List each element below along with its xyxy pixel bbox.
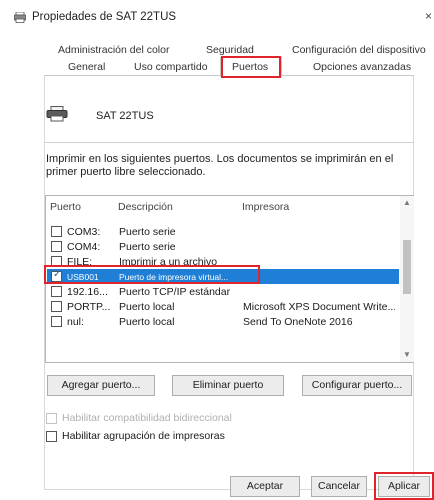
- title-bar: Propiedades de SAT 22TUS ×: [0, 0, 434, 34]
- tab-device-settings[interactable]: Configuración del dispositivo: [292, 44, 426, 56]
- printer-icon: [46, 106, 68, 122]
- window-title: Propiedades de SAT 22TUS: [32, 11, 177, 23]
- tab-security[interactable]: Seguridad: [206, 44, 254, 56]
- port-printer: Send To OneNote 2016: [243, 316, 353, 328]
- tab-color-management[interactable]: Administración del color: [58, 44, 169, 56]
- port-checkbox[interactable]: [51, 226, 62, 237]
- printer-icon: [14, 12, 26, 23]
- port-name: 192.16...: [67, 286, 108, 298]
- port-row[interactable]: PORTP... Puerto local Microsoft XPS Docu…: [47, 299, 399, 314]
- tab-advanced[interactable]: Opciones avanzadas: [313, 61, 411, 73]
- configure-port-button[interactable]: Configurar puerto...: [302, 375, 412, 396]
- column-header-description[interactable]: Descripción: [118, 201, 173, 213]
- accept-button[interactable]: Aceptar: [230, 476, 300, 497]
- add-port-button[interactable]: Agregar puerto...: [47, 375, 155, 396]
- port-description: Puerto local: [119, 316, 175, 328]
- separator: [44, 142, 414, 143]
- port-checkbox[interactable]: [51, 241, 62, 252]
- tab-general[interactable]: General: [68, 61, 105, 73]
- port-name: COM4:: [67, 241, 101, 253]
- selected-port-highlight: [44, 265, 260, 284]
- cancel-button[interactable]: Cancelar: [311, 476, 367, 497]
- port-row[interactable]: nul: Puerto local Send To OneNote 2016: [47, 314, 399, 329]
- port-row[interactable]: COM3: Puerto serie: [47, 224, 399, 239]
- ports-instruction: Imprimir en los siguientes puertos. Los …: [46, 153, 394, 178]
- port-description: Puerto local: [119, 301, 175, 313]
- port-checkbox[interactable]: [51, 286, 62, 297]
- port-printer: Microsoft XPS Document Write...: [243, 301, 395, 313]
- scroll-up-icon[interactable]: ▲: [400, 196, 414, 210]
- port-description: Puerto TCP/IP estándar: [119, 286, 231, 298]
- scroll-thumb[interactable]: [403, 240, 411, 294]
- bidirectional-checkbox[interactable]: [46, 413, 57, 424]
- port-checkbox[interactable]: [51, 301, 62, 312]
- port-name: PORTP...: [67, 301, 111, 313]
- port-checkbox[interactable]: [51, 316, 62, 327]
- port-row[interactable]: 192.16... Puerto TCP/IP estándar: [47, 284, 399, 299]
- apply-button-highlight: [374, 472, 434, 500]
- tab-ports-highlight: [221, 56, 281, 78]
- close-icon[interactable]: ×: [425, 9, 432, 23]
- port-name: COM3:: [67, 226, 101, 238]
- port-list-scrollbar[interactable]: ▲ ▼: [400, 196, 414, 362]
- port-description: Puerto serie: [119, 241, 176, 253]
- port-description: Puerto serie: [119, 226, 176, 238]
- printer-pooling-label: Habilitar agrupación de impresoras: [62, 430, 225, 442]
- printer-name: SAT 22TUS: [96, 110, 154, 122]
- column-header-port[interactable]: Puerto: [50, 201, 81, 213]
- column-header-printer[interactable]: Impresora: [242, 201, 289, 213]
- bidirectional-label: Habilitar compatibilidad bidireccional: [62, 412, 232, 424]
- delete-port-button[interactable]: Eliminar puerto: [172, 375, 284, 396]
- port-name: nul:: [67, 316, 84, 328]
- port-row[interactable]: COM4: Puerto serie: [47, 239, 399, 254]
- scroll-down-icon[interactable]: ▼: [400, 348, 414, 362]
- printer-pooling-checkbox[interactable]: [46, 431, 57, 442]
- port-list-header: Puerto Descripción Impresora: [46, 196, 401, 218]
- tab-sharing[interactable]: Uso compartido: [134, 61, 208, 73]
